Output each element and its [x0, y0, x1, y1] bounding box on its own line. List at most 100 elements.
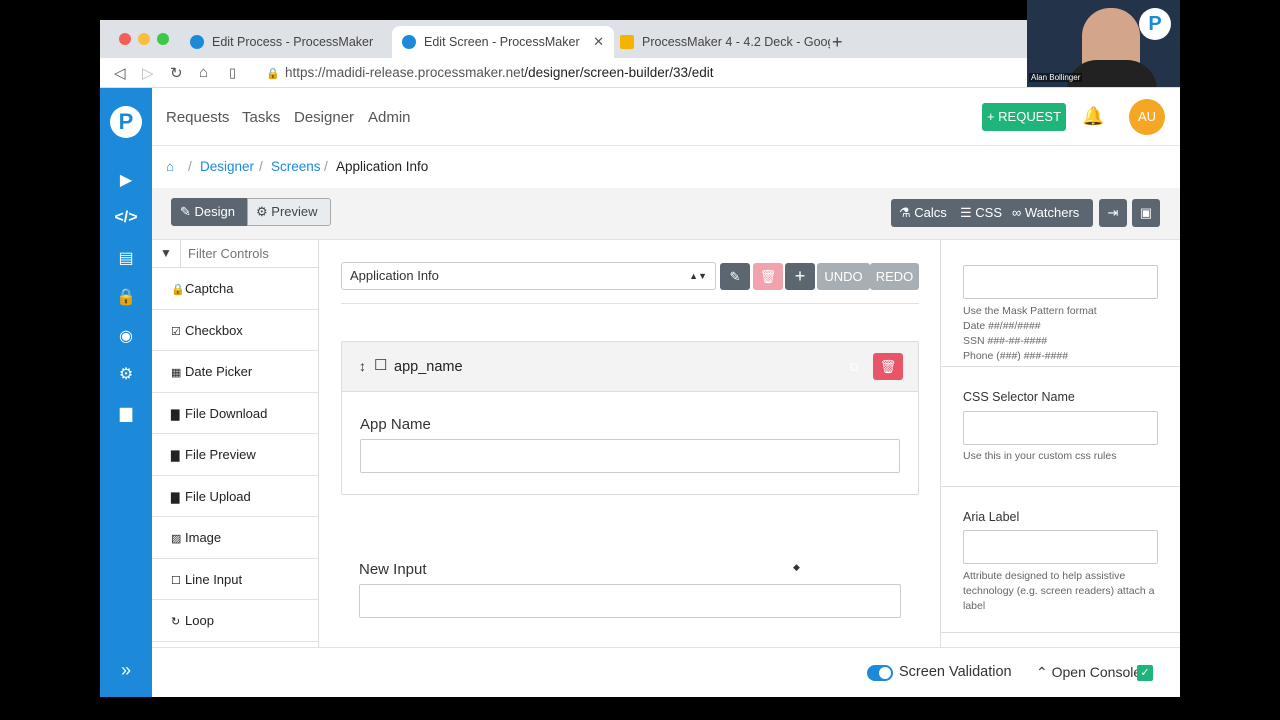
watchers-button[interactable]: ∞ Watchers	[1008, 199, 1094, 227]
url-text[interactable]: https://madidi-release.processmaker.net/…	[285, 65, 714, 80]
control-image[interactable]: ▨ Image	[152, 517, 318, 559]
file-upload-icon: ▇	[171, 491, 180, 504]
nav-requests[interactable]: Requests	[166, 109, 229, 126]
app-name-input[interactable]	[360, 439, 900, 473]
new-tab-icon[interactable]: +	[832, 26, 843, 58]
expand-sidebar-icon[interactable]: »	[100, 660, 152, 681]
breadcrumb-current: Application Info	[336, 159, 429, 174]
bell-icon[interactable]: 🔔	[1082, 106, 1104, 127]
check-icon: ✓	[1137, 665, 1153, 681]
minimize-window-icon[interactable]	[138, 33, 150, 45]
breadcrumb-screens[interactable]: Screens	[271, 159, 321, 174]
top-navigation: Requests Tasks Designer Admin + REQUEST …	[152, 88, 1180, 146]
new-request-button[interactable]: + REQUEST	[982, 103, 1066, 131]
redo-button[interactable]: REDO	[870, 263, 919, 290]
css-icon: ☰	[960, 205, 976, 220]
code-icon[interactable]: </>	[100, 209, 152, 227]
tab-title: Edit Screen - ProcessMaker	[424, 35, 580, 49]
gear-icon[interactable]: ⚙	[100, 364, 152, 384]
maximize-window-icon[interactable]	[157, 33, 169, 45]
processmaker-logo[interactable]: P	[110, 106, 142, 138]
nav-tasks[interactable]: Tasks	[242, 109, 280, 126]
control-loop[interactable]: ↻ Loop	[152, 600, 318, 642]
control-checkbox[interactable]: ☑ Checkbox	[152, 310, 318, 351]
control-captcha[interactable]: 🔒Captcha	[152, 268, 318, 310]
processmaker-favicon-icon	[402, 35, 416, 49]
new-input-field[interactable]	[359, 584, 901, 618]
mask-pattern-section: Use the Mask Pattern format Date ##/##/#…	[941, 240, 1180, 367]
calcs-button[interactable]: ⚗ Calcs	[891, 199, 953, 227]
glasses-icon: ∞	[1012, 205, 1025, 220]
css-button[interactable]: ☰ CSS	[954, 199, 1006, 227]
field-label: New Input	[359, 561, 427, 578]
drag-handle-icon[interactable]: ↕	[359, 358, 366, 374]
nav-designer[interactable]: Designer	[294, 109, 354, 126]
forward-icon[interactable]: ▷	[142, 64, 154, 82]
bottom-bar: Screen Validation ⌃ Open Console ✓	[152, 647, 1180, 697]
undo-button[interactable]: UNDO	[817, 263, 870, 290]
add-page-icon[interactable]: +	[785, 263, 815, 290]
home-icon[interactable]: ⌂	[199, 64, 208, 81]
book-icon[interactable]: ▆	[100, 403, 152, 423]
aria-label-section: Aria Label Attribute designed to help as…	[941, 487, 1180, 633]
screen-validation-label: Screen Validation	[899, 664, 1012, 680]
divider	[341, 303, 919, 304]
filter-controls-input[interactable]	[180, 240, 318, 267]
save-icon[interactable]: ▣	[1132, 199, 1160, 227]
gears-icon: ⚙	[256, 204, 272, 219]
home-icon[interactable]: ⌂	[166, 159, 174, 174]
control-file-preview[interactable]: ▇ File Preview	[152, 434, 318, 476]
tab-bar: Edit Process - ProcessMaker Edit Screen …	[100, 20, 1180, 58]
user-circle-icon[interactable]: ◉	[100, 326, 152, 346]
back-icon[interactable]: ◁	[114, 64, 126, 82]
design-icon: ✎	[180, 204, 195, 219]
loop-icon: ↻	[171, 616, 181, 628]
document-icon[interactable]: ▤	[100, 248, 152, 268]
css-selector-input[interactable]	[963, 411, 1158, 445]
export-icon[interactable]: ⇥	[1099, 199, 1127, 227]
browser-tab-active[interactable]: Edit Screen - ProcessMaker ✕	[392, 26, 614, 58]
controls-panel: ▼ 🔒Captcha ☑Checkbox ▦Date Picker ▇File …	[152, 240, 319, 647]
select-arrows-icon: ▲▼	[689, 271, 707, 281]
page-select[interactable]: Application Info ▲▼	[341, 262, 716, 290]
reload-icon[interactable]: ↻	[170, 64, 183, 82]
selected-field-card[interactable]: ↕ ☐ app_name ⧉ 🗑 App Name	[341, 341, 919, 495]
screen-canvas: Application Info ▲▼ ✎ 🗑 + UNDO REDO ↕ ☐ a…	[320, 240, 940, 647]
checkbox-icon: ☑	[171, 325, 181, 338]
delete-page-icon[interactable]: 🗑	[753, 263, 783, 290]
tab-title: Edit Process - ProcessMaker	[212, 35, 374, 49]
edit-page-icon[interactable]: ✎	[720, 263, 750, 290]
lock-icon[interactable]: 🔒	[100, 287, 152, 307]
screen-validation-toggle[interactable]	[867, 665, 893, 681]
duplicate-field-icon[interactable]: ⧉	[839, 353, 869, 380]
control-file-upload[interactable]: ▇ File Upload	[152, 476, 318, 517]
browser-tab[interactable]: ProcessMaker 4 - 4.2 Deck - Goog	[610, 26, 830, 58]
address-bar: ◁ ▷ ↻ ⌂ ▯ 🔒 https://madidi-release.proce…	[100, 58, 1180, 88]
mask-pattern-input[interactable]	[963, 265, 1158, 299]
nav-admin[interactable]: Admin	[368, 109, 411, 126]
control-date-picker[interactable]: ▦ Date Picker	[152, 351, 318, 393]
breadcrumb-designer[interactable]: Designer	[200, 159, 254, 174]
breadcrumb: ⌂ / Designer / Screens / Application Inf…	[166, 159, 429, 174]
cursor-icon: ◆	[793, 562, 800, 572]
open-console-button[interactable]: ⌃ Open Console	[1036, 664, 1141, 681]
close-tab-icon[interactable]: ✕	[593, 34, 604, 50]
delete-field-icon[interactable]: 🗑	[873, 353, 903, 380]
design-mode-button[interactable]: ✎ Design	[171, 198, 247, 226]
bookmark-icon[interactable]: ▯	[229, 65, 236, 81]
control-line-input[interactable]: ☐ Line Input	[152, 559, 318, 600]
filter-controls: ▼	[152, 240, 318, 268]
file-preview-icon: ▇	[171, 450, 180, 462]
flask-icon: ⚗	[899, 205, 915, 220]
square-icon: ☐	[171, 574, 181, 587]
css-selector-section: CSS Selector Name Use this in your custo…	[941, 367, 1180, 487]
browser-tab[interactable]: Edit Process - ProcessMaker	[180, 26, 390, 58]
aria-label-input[interactable]	[963, 530, 1158, 564]
avatar[interactable]: AU	[1129, 99, 1165, 135]
lock-icon: 🔒	[266, 68, 280, 80]
close-window-icon[interactable]	[119, 33, 131, 45]
preview-mode-button[interactable]: ⚙ Preview	[247, 198, 331, 226]
play-icon[interactable]: ▶	[100, 170, 152, 190]
control-file-download[interactable]: ▇ File Download	[152, 393, 318, 434]
square-icon: ☐	[374, 357, 388, 374]
